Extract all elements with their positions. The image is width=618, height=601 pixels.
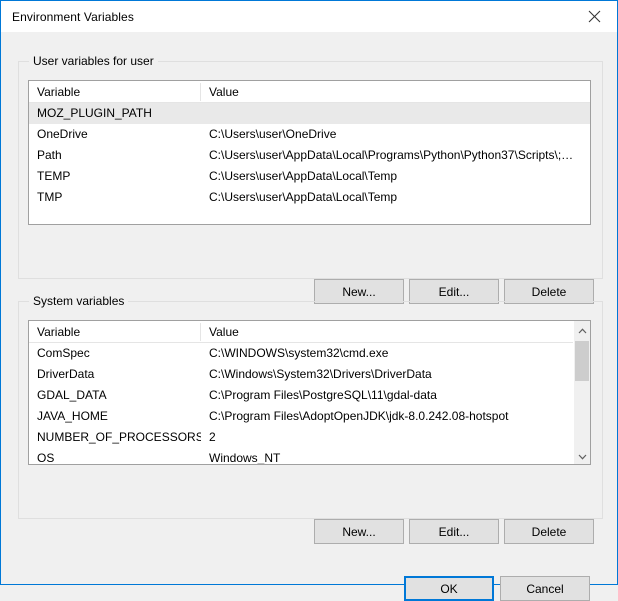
- chevron-down-icon: [578, 449, 587, 463]
- user-variables-list[interactable]: Variable Value MOZ_PLUGIN_PATH OneDrive C:…: [28, 80, 591, 225]
- system-variables-list[interactable]: Variable Value ComSpec C:\WINDOWS\system3…: [28, 320, 591, 465]
- system-list-header: Variable Value: [29, 321, 590, 343]
- cancel-button[interactable]: Cancel: [500, 576, 590, 601]
- table-row[interactable]: TEMP C:\Users\user\AppData\Local\Temp: [29, 166, 590, 187]
- cell-variable: MOZ_PLUGIN_PATH: [37, 106, 152, 120]
- cell-value: 2: [209, 430, 216, 444]
- user-column-header-variable[interactable]: Variable: [29, 81, 201, 103]
- user-variables-group: User variables for user Variable Value M…: [18, 54, 603, 279]
- ok-button[interactable]: OK: [404, 576, 494, 601]
- system-edit-button[interactable]: Edit...: [409, 519, 499, 544]
- user-list-header: Variable Value: [29, 81, 590, 103]
- user-list-rows: MOZ_PLUGIN_PATH OneDrive C:\Users\user\One…: [29, 103, 590, 224]
- cell-value: C:\Users\user\OneDrive: [209, 127, 337, 141]
- scrollbar-down-button[interactable]: [574, 447, 590, 464]
- environment-variables-dialog: Environment Variables User variables for…: [0, 0, 618, 601]
- cell-variable: DriverData: [37, 367, 95, 381]
- title-bar: Environment Variables: [1, 1, 617, 32]
- cell-value: C:\Users\user\AppData\Local\Temp: [209, 190, 398, 204]
- cell-variable: Path: [37, 148, 62, 162]
- cell-variable: TMP: [37, 190, 63, 204]
- cell-variable: NUMBER_OF_PROCESSORS: [37, 430, 201, 444]
- system-new-button[interactable]: New...: [314, 519, 404, 544]
- scrollbar-thumb[interactable]: [575, 341, 589, 381]
- dialog-body: User variables for user Variable Value M…: [1, 32, 617, 601]
- cell-variable: JAVA_HOME: [37, 409, 108, 423]
- cell-value: C:\Users\user\AppData\Local\Programs\Pyt…: [209, 148, 574, 162]
- table-row[interactable]: MOZ_PLUGIN_PATH: [29, 103, 590, 124]
- system-variables-legend: System variables: [29, 294, 129, 308]
- system-list-rows: ComSpec C:\WINDOWS\system32\cmd.exe Driver…: [29, 343, 590, 464]
- user-variables-legend: User variables for user: [29, 54, 158, 68]
- table-row[interactable]: TMP C:\Users\user\AppData\Local\Temp: [29, 187, 590, 208]
- cell-variable: OS: [37, 451, 55, 464]
- table-row[interactable]: ComSpec C:\WINDOWS\system32\cmd.exe: [29, 343, 590, 364]
- table-row[interactable]: OneDrive C:\Users\user\OneDrive: [29, 124, 590, 145]
- system-column-header-value[interactable]: Value: [201, 321, 590, 343]
- table-row[interactable]: Path C:\Users\user\AppData\Local\Programs…: [29, 145, 590, 166]
- cell-value: C:\Program Files\AdoptOpenJDK\jdk-8.0.24…: [209, 409, 509, 423]
- system-list-scrollbar[interactable]: [573, 321, 590, 464]
- user-column-header-value[interactable]: Value: [201, 81, 590, 103]
- table-row[interactable]: NUMBER_OF_PROCESSORS 2: [29, 427, 590, 448]
- close-icon: [588, 10, 601, 23]
- table-row[interactable]: OS Windows_NT: [29, 448, 590, 464]
- table-row[interactable]: GDAL_DATA C:\Program Files\PostgreSQL\11\…: [29, 385, 590, 406]
- cell-value: C:\WINDOWS\system32\cmd.exe: [209, 346, 389, 360]
- table-row[interactable]: DriverData C:\Windows\System32\Drivers\Dr…: [29, 364, 590, 385]
- cell-variable: OneDrive: [37, 127, 88, 141]
- cell-value: C:\Program Files\PostgreSQL\11\gdal-data: [209, 388, 437, 402]
- window-title: Environment Variables: [12, 9, 134, 24]
- system-variables-group: System variables Variable Value ComSpec C…: [18, 294, 603, 519]
- close-button[interactable]: [572, 1, 617, 31]
- cell-variable: ComSpec: [37, 346, 90, 360]
- cell-variable: TEMP: [37, 169, 71, 183]
- system-column-header-variable[interactable]: Variable: [29, 321, 201, 343]
- chevron-up-icon: [578, 323, 587, 337]
- cell-value: C:\Users\user\AppData\Local\Temp: [209, 169, 398, 183]
- cell-variable: GDAL_DATA: [37, 388, 107, 402]
- system-delete-button[interactable]: Delete: [504, 519, 594, 544]
- cell-value: Windows_NT: [209, 451, 281, 464]
- scrollbar-up-button[interactable]: [574, 321, 590, 338]
- cell-value: C:\Windows\System32\Drivers\DriverData: [209, 367, 432, 381]
- table-row[interactable]: JAVA_HOME C:\Program Files\AdoptOpenJDK\j…: [29, 406, 590, 427]
